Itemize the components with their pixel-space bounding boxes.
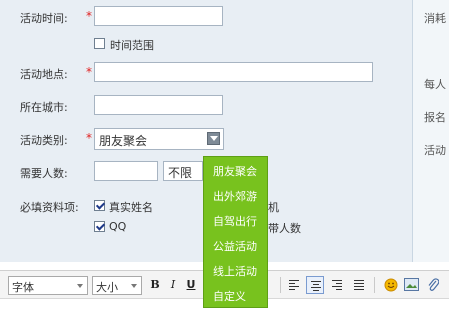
time-input[interactable] — [94, 6, 223, 26]
phone-label-partial: 机 — [268, 201, 279, 214]
chevron-down-icon[interactable] — [207, 132, 220, 145]
align-right-icon — [332, 280, 342, 292]
location-required-mark: * — [86, 65, 92, 79]
companion-count-label-partial: 带人数 — [268, 222, 301, 235]
people-count-input[interactable] — [94, 161, 158, 181]
time-label: 活动时间: — [20, 12, 68, 25]
chevron-down-icon — [77, 284, 83, 288]
category-option[interactable]: 出外郊游 — [213, 188, 257, 204]
italic-button[interactable]: I — [164, 276, 182, 294]
category-option[interactable]: 朋友聚会 — [213, 163, 257, 179]
font-size-label: 大小 — [96, 281, 118, 294]
category-select[interactable]: 朋友聚会 — [94, 128, 224, 150]
align-center-button[interactable] — [306, 276, 324, 294]
bold-button[interactable]: B — [146, 276, 164, 294]
insert-image-button[interactable] — [402, 276, 420, 294]
category-option[interactable]: 线上活动 — [213, 263, 257, 279]
real-name-checkbox[interactable] — [94, 200, 105, 211]
emoji-button[interactable] — [382, 276, 400, 294]
people-label: 需要人数: — [20, 167, 68, 180]
category-required-mark: * — [86, 131, 92, 145]
qq-label: QQ — [109, 220, 127, 233]
image-icon — [403, 278, 419, 291]
category-label: 活动类别: — [20, 134, 68, 147]
attach-button[interactable] — [424, 276, 442, 294]
category-option[interactable]: 自驾出行 — [213, 213, 257, 229]
justify-icon — [354, 280, 364, 292]
category-option[interactable]: 公益活动 — [213, 238, 257, 254]
city-label: 所在城市: — [20, 101, 68, 114]
paperclip-icon — [428, 278, 440, 291]
required-info-label: 必填资料项: — [20, 201, 79, 214]
time-required-mark: * — [86, 9, 92, 23]
align-left-button[interactable] — [285, 276, 303, 294]
category-dropdown-menu: 朋友聚会 出外郊游 自驾出行 公益活动 线上活动 自定义 — [203, 156, 268, 308]
font-size-select[interactable]: 大小 — [92, 276, 142, 295]
location-input[interactable] — [94, 62, 373, 82]
align-left-icon — [289, 280, 299, 292]
qq-checkbox[interactable] — [94, 221, 105, 232]
time-range-checkbox[interactable] — [94, 38, 105, 49]
right-info-column: 消耗 每人 报名 活动 — [413, 0, 449, 262]
align-right-button[interactable] — [328, 276, 346, 294]
chevron-down-icon — [131, 284, 137, 288]
per-person-label: 每人 — [424, 78, 446, 91]
time-range-label: 时间范围 — [110, 39, 154, 52]
toolbar-separator — [374, 277, 375, 293]
underline-button[interactable]: U — [182, 276, 200, 294]
signup-label: 报名 — [424, 111, 446, 124]
align-center-icon — [311, 281, 321, 293]
people-limit-field[interactable]: 不限 — [163, 161, 203, 181]
category-selected-value: 朋友聚会 — [99, 134, 148, 148]
category-option[interactable]: 自定义 — [213, 288, 246, 304]
toolbar-separator — [280, 277, 281, 293]
location-label: 活动地点: — [20, 68, 68, 81]
city-input[interactable] — [94, 95, 223, 115]
activity-label: 活动 — [424, 144, 446, 157]
font-family-label: 字体 — [12, 281, 34, 294]
smile-icon — [384, 278, 398, 292]
real-name-label: 真实姓名 — [109, 201, 153, 214]
cost-label: 消耗 — [424, 12, 446, 25]
font-family-select[interactable]: 字体 — [8, 276, 88, 295]
justify-button[interactable] — [350, 276, 368, 294]
